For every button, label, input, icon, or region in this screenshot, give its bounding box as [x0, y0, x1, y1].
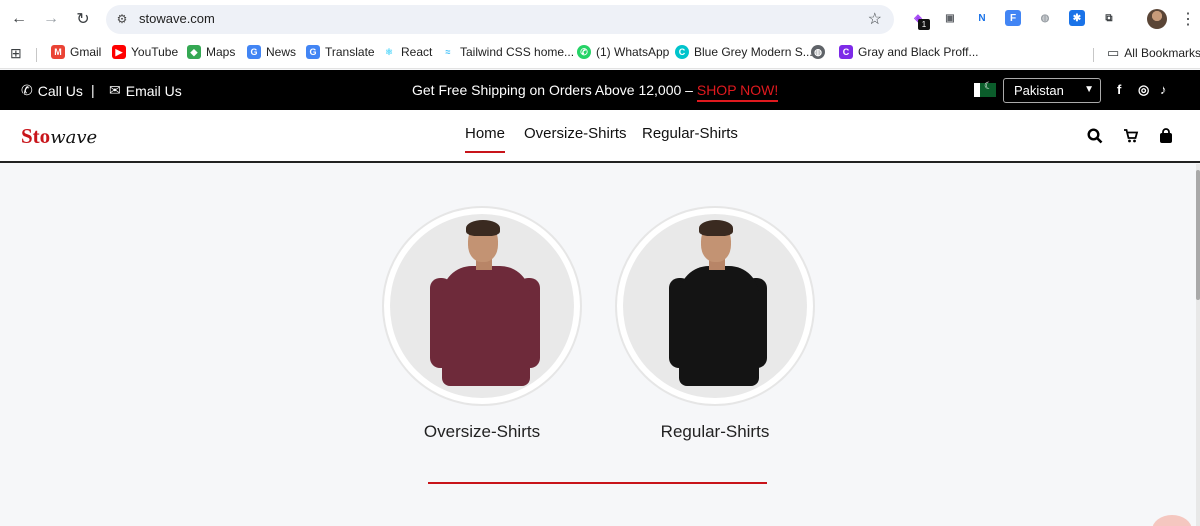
bookmark-news[interactable]: G News [247, 45, 296, 59]
pakistan-flag-icon [974, 81, 996, 97]
country-select[interactable]: Pakistan ▼ [1003, 78, 1101, 103]
camera-icon[interactable]: ▣ [942, 10, 958, 26]
bookmark-gmail[interactable]: M Gmail [51, 45, 101, 59]
menu-kebab-icon[interactable]: ⋮ [1180, 9, 1196, 29]
instagram-icon[interactable]: ◎ [1138, 82, 1149, 98]
canva-icon: C [839, 45, 853, 59]
facebook-icon[interactable]: f [1117, 82, 1121, 97]
bookmark-globe[interactable]: ◍ [811, 45, 825, 59]
forward-icon[interactable]: → [41, 9, 61, 29]
category-card-oversize[interactable]: Oversize-Shirts [384, 208, 580, 442]
category-label[interactable]: Oversize-Shirts [384, 422, 580, 442]
logo-text-black: wave [50, 127, 98, 148]
phone-icon: ✆ [21, 82, 33, 98]
tiktok-icon[interactable]: ♪ [1160, 82, 1167, 97]
bookmark-label: Maps [206, 45, 236, 59]
n-extension-icon[interactable]: N [974, 10, 990, 26]
shipping-promo: Get Free Shipping on Orders Above 12,000… [412, 82, 779, 102]
globe-icon[interactable]: ◍ [1037, 10, 1053, 26]
settings-extension-icon[interactable]: ✱ [1069, 10, 1085, 26]
bookmarks-bar: ⊞ M Gmail ▶ YouTube ◆ Maps G News G Translate… [0, 38, 1200, 69]
envelope-icon: ✉ [109, 82, 121, 98]
site-header: Stowave Home Oversize-Shirts Regular-Shi… [0, 110, 1200, 163]
react-icon: ⚛ [384, 46, 394, 57]
category-image-oversize[interactable] [384, 208, 580, 404]
apps-grid-icon[interactable]: ⊞ [10, 45, 22, 62]
bookmark-label: Translate [325, 45, 375, 59]
bookmark-label: Tailwind CSS home... [460, 45, 575, 59]
browser-toolbar: ← → ↻ ⚙ stowave.com ☆ ◈ 1 ▣ N F ◍ ✱ ⧉ ⋮ [0, 0, 1200, 38]
bookmark-translate[interactable]: G Translate [306, 45, 375, 59]
category-label[interactable]: Regular-Shirts [617, 422, 813, 442]
profile-avatar[interactable] [1147, 9, 1167, 29]
bookmark-star-icon[interactable]: ☆ [868, 9, 882, 29]
tailwind-icon: ≈ [445, 47, 451, 57]
news-icon: G [247, 45, 261, 59]
extension-badge: 1 [918, 19, 930, 30]
logo-text-red: Sto [21, 124, 51, 148]
bookmark-label: (1) WhatsApp [596, 45, 670, 59]
bookmark-label: React [401, 45, 433, 59]
folder-icon: ▭ [1107, 45, 1120, 60]
bookmark-tailwind[interactable]: ≈ Tailwind CSS home... [441, 45, 575, 59]
bookmark-label: Gray and Black Proff... [858, 45, 979, 59]
bookmark-whatsapp[interactable]: ✆ (1) WhatsApp [577, 45, 669, 59]
nav-home[interactable]: Home [465, 125, 506, 153]
back-icon[interactable]: ← [9, 9, 29, 29]
youtube-icon: ▶ [112, 45, 126, 59]
chevron-down-icon: ▼ [1084, 84, 1094, 95]
call-us-link[interactable]: ✆ Call Us [21, 82, 83, 99]
bookmarks-divider [36, 48, 37, 62]
bookmark-label: Blue Grey Modern S... [694, 45, 813, 59]
category-image-regular[interactable] [617, 208, 813, 404]
bookmark-label: YouTube [131, 45, 179, 59]
country-select-value: Pakistan [1014, 83, 1064, 98]
canva-icon: C [675, 45, 689, 59]
topbar-divider: | [91, 82, 95, 98]
email-us-label: Email Us [125, 82, 182, 99]
bookmark-label: Gmail [70, 45, 102, 59]
bookmark-react[interactable]: ⚛ React [382, 45, 432, 59]
email-us-link[interactable]: ✉ Email Us [109, 82, 182, 99]
whatsapp-icon: ✆ [577, 45, 591, 59]
maps-icon: ◆ [187, 45, 201, 59]
nav-oversize-shirts[interactable]: Oversize-Shirts [524, 125, 627, 142]
scrollbar-thumb[interactable] [1196, 170, 1200, 300]
bookmark-gray-black[interactable]: C Gray and Black Proff... [839, 45, 979, 59]
shopping-bag-icon[interactable] [1158, 128, 1174, 144]
bookmark-label: All Bookmarks [1124, 46, 1200, 60]
globe-icon: ◍ [811, 45, 825, 59]
extensions-puzzle-icon[interactable]: ⧉ [1101, 10, 1117, 26]
site-logo[interactable]: Stowave [21, 124, 97, 149]
translate-icon: G [306, 45, 320, 59]
call-us-label: Call Us [37, 82, 83, 99]
category-section: Oversize-Shirts Regular-Shirts [0, 164, 1196, 526]
all-bookmarks[interactable]: ▭ All Bookmarks [1107, 45, 1200, 61]
bookmark-label: News [266, 45, 297, 59]
promo-text: Get Free Shipping on Orders Above 12,000… [412, 82, 697, 98]
f-extension-icon[interactable]: F [1005, 10, 1021, 26]
reload-icon[interactable]: ↻ [73, 9, 93, 29]
shop-now-link[interactable]: SHOP NOW! [696, 82, 779, 102]
gmail-icon: M [51, 45, 65, 59]
bookmark-maps[interactable]: ◆ Maps [187, 45, 235, 59]
nav-regular-shirts[interactable]: Regular-Shirts [642, 125, 738, 142]
bookmarks-divider [1093, 48, 1094, 62]
section-divider [428, 482, 767, 484]
bookmark-youtube[interactable]: ▶ YouTube [112, 45, 178, 59]
bookmark-blue-grey[interactable]: C Blue Grey Modern S... [675, 45, 813, 59]
address-bar[interactable]: ⚙ stowave.com ☆ [106, 5, 894, 34]
cart-icon[interactable] [1123, 128, 1139, 144]
url-text: stowave.com [139, 11, 215, 26]
site-info-icon[interactable]: ⚙ [114, 11, 130, 27]
category-card-regular[interactable]: Regular-Shirts [617, 208, 813, 442]
search-icon[interactable] [1087, 128, 1103, 144]
